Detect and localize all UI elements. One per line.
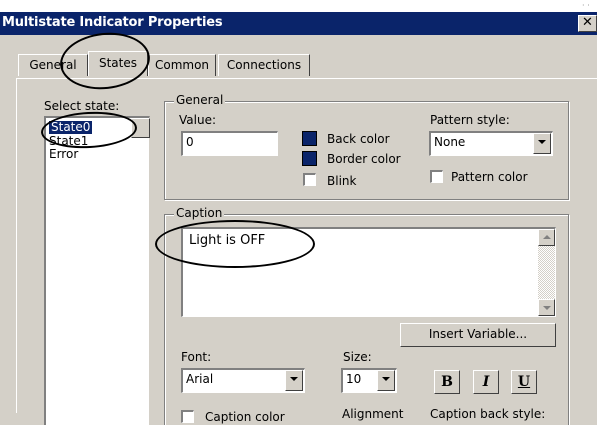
close-icon: ✕ bbox=[582, 15, 593, 30]
state-listbox[interactable]: State0 State1 Error bbox=[44, 116, 150, 425]
tab-general[interactable]: General bbox=[18, 54, 88, 76]
back-color-swatch[interactable] bbox=[302, 131, 317, 146]
caption-color-label: Caption color bbox=[205, 410, 285, 424]
select-state-label: Select state: bbox=[44, 99, 120, 113]
bold-button[interactable]: B bbox=[434, 370, 460, 394]
font-label: Font: bbox=[181, 350, 212, 364]
italic-button[interactable]: I bbox=[473, 370, 499, 394]
value-label: Value: bbox=[179, 113, 216, 127]
chevron-down-icon bbox=[538, 140, 546, 144]
top-strip: · · bbox=[0, 0, 597, 12]
arrow-down-icon bbox=[543, 306, 551, 310]
scroll-down-button[interactable] bbox=[538, 299, 555, 316]
pattern-color-checkbox[interactable] bbox=[430, 170, 443, 183]
size-value: 10 bbox=[346, 372, 362, 386]
state-item-error[interactable]: Error bbox=[49, 148, 78, 161]
caption-color-checkbox[interactable] bbox=[181, 410, 194, 423]
chevron-down-icon bbox=[290, 377, 298, 381]
general-group-title: General bbox=[174, 93, 226, 107]
value-text: 0 bbox=[186, 135, 194, 149]
size-label: Size: bbox=[343, 350, 372, 364]
blink-label: Blink bbox=[327, 174, 357, 188]
tab-common-label: Common bbox=[154, 58, 210, 72]
scroll-up-button[interactable] bbox=[538, 229, 555, 246]
border-color-label: Border color bbox=[327, 152, 401, 166]
font-value: Arial bbox=[186, 372, 214, 386]
tab-general-label: General bbox=[29, 58, 77, 72]
back-color-label: Back color bbox=[327, 132, 390, 146]
tab-connections-label: Connections bbox=[226, 58, 302, 72]
caption-text: Light is OFF bbox=[189, 233, 266, 248]
border-color-swatch[interactable] bbox=[302, 151, 317, 166]
alignment-label: Alignment bbox=[342, 407, 404, 421]
arrow-up-icon bbox=[543, 235, 551, 239]
size-dropdown-button[interactable] bbox=[377, 370, 395, 391]
tab-states[interactable]: States bbox=[88, 51, 148, 76]
tab-common[interactable]: Common bbox=[148, 54, 216, 76]
caption-scrollbar[interactable] bbox=[538, 229, 555, 316]
chevron-down-icon bbox=[382, 377, 390, 381]
caption-group-title: Caption bbox=[174, 206, 225, 220]
strip-decoration: · · bbox=[582, 1, 590, 10]
caption-textarea[interactable]: Light is OFF bbox=[181, 227, 556, 317]
close-button[interactable]: ✕ bbox=[578, 15, 597, 32]
pattern-style-dropdown-button[interactable] bbox=[533, 133, 551, 154]
insert-variable-button[interactable]: Insert Variable... bbox=[400, 323, 556, 347]
underline-button[interactable]: U bbox=[511, 370, 537, 394]
tab-states-label: States bbox=[98, 56, 137, 70]
state-item-state0[interactable]: State0 bbox=[49, 121, 93, 134]
pattern-color-label: Pattern color bbox=[451, 170, 528, 184]
tab-connections[interactable]: Connections bbox=[218, 54, 310, 76]
font-dropdown-button[interactable] bbox=[285, 370, 303, 391]
pattern-style-label: Pattern style: bbox=[430, 113, 510, 127]
blink-checkbox[interactable] bbox=[303, 173, 316, 186]
caption-back-style-label: Caption back style: bbox=[430, 407, 546, 421]
list-scroll-button[interactable] bbox=[131, 118, 150, 138]
pattern-style-value: None bbox=[434, 135, 466, 149]
value-input[interactable]: 0 bbox=[181, 131, 278, 156]
dialog-title: Multistate Indicator Properties bbox=[2, 15, 223, 30]
title-bar[interactable]: Multistate Indicator Properties ✕ bbox=[0, 12, 597, 35]
